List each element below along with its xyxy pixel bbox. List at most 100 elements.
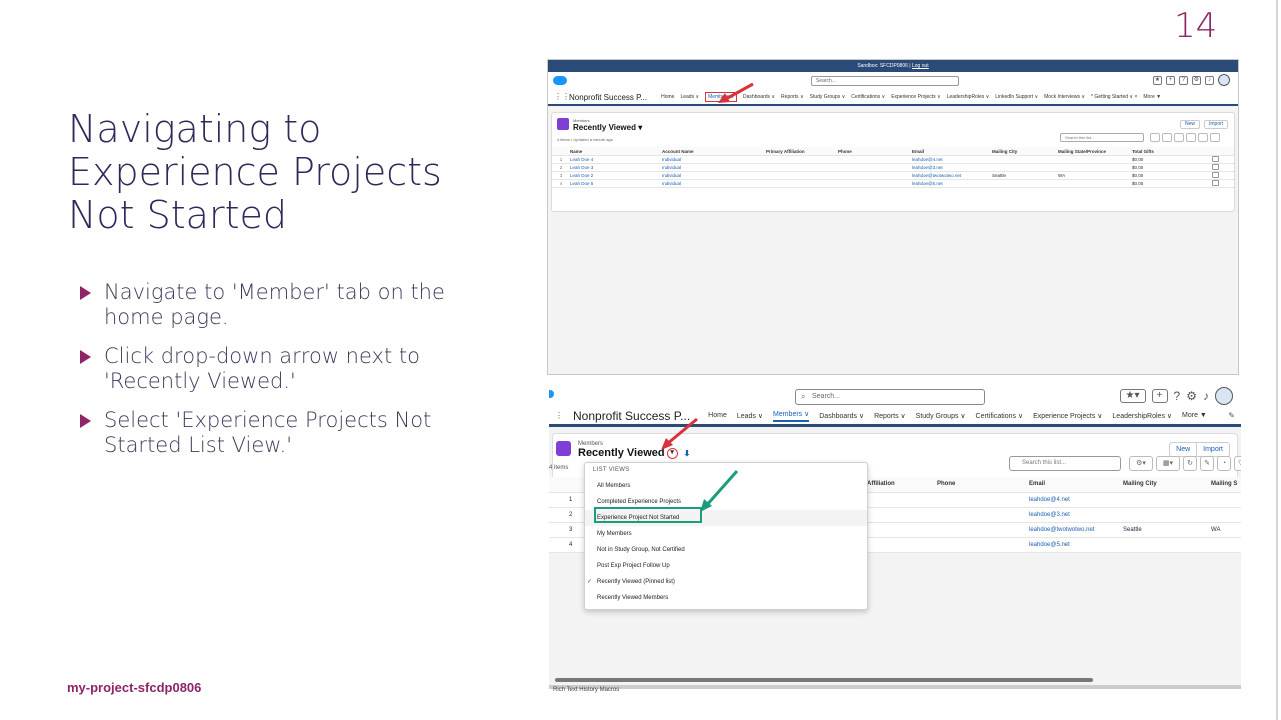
favorites-icon[interactable]: ★: [1153, 75, 1162, 85]
tab-reports[interactable]: Reports ∨: [781, 94, 804, 100]
favorites-icon[interactable]: ★▾: [1119, 389, 1146, 403]
tab-linkedin-support[interactable]: LinkedIn Support ∨: [995, 94, 1038, 100]
search-icon: ⌕: [801, 392, 806, 401]
tab-getting-started[interactable]: * Getting Started ∨ ×: [1091, 94, 1137, 100]
settings-icon[interactable]: ⚙▾: [1129, 456, 1153, 471]
bell-icon[interactable]: ♪: [1203, 389, 1209, 403]
app-launcher-icon[interactable]: ⋮: [555, 411, 563, 420]
tab-mock-interviews[interactable]: Mock Interviews ∨: [1044, 94, 1085, 100]
email-link[interactable]: leahdoe@3.net: [1029, 512, 1070, 518]
tab-home[interactable]: Home: [661, 94, 674, 100]
refresh-icon[interactable]: [1174, 133, 1184, 142]
help-icon[interactable]: ?: [1179, 75, 1188, 85]
email-link[interactable]: leahdoe@twotwotwo.net: [912, 173, 992, 178]
refresh-icon[interactable]: ↻: [1183, 456, 1197, 471]
email-link[interactable]: leahdoe@5.net: [1029, 542, 1070, 548]
display-as-icon[interactable]: ▦▾: [1156, 456, 1180, 471]
email-link[interactable]: leahdoe@4.net: [912, 157, 992, 162]
avatar[interactable]: [1218, 74, 1230, 86]
display-as-icon[interactable]: [1162, 133, 1172, 142]
menu-item-recently-viewed-pinned[interactable]: ✓ Recently Viewed (Pinned list): [585, 574, 867, 590]
list-search-input[interactable]: Search this list...: [1009, 456, 1121, 471]
global-search-input[interactable]: Search...: [811, 76, 959, 86]
new-button[interactable]: New: [1169, 442, 1198, 457]
row-action-dropdown[interactable]: [1212, 180, 1219, 186]
filter-icon[interactable]: ▽: [1234, 456, 1241, 471]
settings-icon[interactable]: [1150, 133, 1160, 142]
chart-icon[interactable]: [1198, 133, 1208, 142]
column-header[interactable]: Mailing City: [1123, 481, 1157, 487]
menu-item-not-in-study-group[interactable]: Not in Study Group, Not Certified: [585, 542, 867, 558]
row-action-dropdown[interactable]: [1212, 156, 1219, 162]
tab-more[interactable]: More ▼: [1143, 94, 1161, 100]
column-header[interactable]: Email: [912, 149, 992, 154]
column-header[interactable]: Affiliation: [867, 481, 895, 487]
list-search-input[interactable]: Search this list...: [1060, 133, 1144, 142]
tab-study-groups[interactable]: Study Groups ∨: [810, 94, 846, 100]
gear-icon[interactable]: ⚙: [1192, 75, 1201, 85]
tab-experience-projects[interactable]: Experience Projects ∨: [891, 94, 941, 100]
app-launcher-icon[interactable]: ⋮⋮: [554, 92, 570, 102]
tab-members[interactable]: Members ∨: [773, 410, 810, 422]
tab-certifications[interactable]: Certifications ∨: [851, 94, 885, 100]
utility-bar[interactable]: Rich Text History Macros: [553, 687, 619, 693]
horizontal-scrollbar[interactable]: [555, 678, 1093, 682]
email-link[interactable]: leahdoe@5.net: [912, 181, 992, 186]
edit-icon[interactable]: ✎: [1200, 456, 1214, 471]
column-header[interactable]: Name: [570, 149, 662, 154]
tab-leadership-roles[interactable]: LeadershipRoles ∨: [1112, 412, 1172, 420]
column-header[interactable]: Primary Affiliation: [766, 149, 838, 154]
member-name-link[interactable]: Leah Doe 5: [570, 181, 662, 186]
account-link[interactable]: Individual: [662, 165, 766, 170]
import-button[interactable]: Import: [1197, 442, 1230, 457]
edit-nav-icon[interactable]: ✎: [1228, 411, 1235, 420]
help-icon[interactable]: ?: [1174, 389, 1181, 403]
tab-certifications[interactable]: Certifications ∨: [976, 412, 1024, 420]
row-action-dropdown[interactable]: [1212, 164, 1219, 170]
add-icon[interactable]: +: [1151, 389, 1168, 403]
account-link[interactable]: Individual: [662, 173, 766, 178]
row-action-dropdown[interactable]: [1212, 172, 1219, 178]
tab-home[interactable]: Home: [708, 412, 727, 419]
column-header[interactable]: Mailing S: [1211, 481, 1237, 487]
tab-study-groups[interactable]: Study Groups ∨: [916, 412, 966, 420]
column-header[interactable]: Phone: [838, 149, 912, 154]
member-name-link[interactable]: Leah Doe 4: [570, 157, 662, 162]
column-header[interactable]: Email: [1029, 481, 1045, 487]
import-button[interactable]: Import: [1204, 120, 1229, 129]
tab-reports[interactable]: Reports ∨: [874, 412, 906, 420]
add-icon[interactable]: +: [1166, 75, 1175, 85]
account-link[interactable]: Individual: [662, 181, 766, 186]
email-link[interactable]: leahdoe@twotwotwo.net: [1029, 527, 1094, 533]
member-name-link[interactable]: Leah Doe 2: [570, 173, 662, 178]
edit-icon[interactable]: [1186, 133, 1196, 142]
tab-experience-projects[interactable]: Experience Projects ∨: [1033, 412, 1102, 420]
list-view-title[interactable]: Recently Viewed ▾: [573, 123, 642, 132]
filter-icon[interactable]: [1210, 133, 1220, 142]
chart-icon[interactable]: ◔: [1217, 456, 1231, 471]
account-link[interactable]: Individual: [662, 157, 766, 162]
tab-leads[interactable]: Leads ∨: [680, 94, 699, 100]
new-button[interactable]: New: [1180, 120, 1201, 129]
column-header[interactable]: Phone: [937, 481, 955, 487]
tab-leads[interactable]: Leads ∨: [737, 412, 763, 420]
column-header[interactable]: Account Name: [662, 149, 766, 154]
menu-item-recently-viewed-members[interactable]: Recently Viewed Members: [585, 590, 867, 606]
tab-leadership-roles[interactable]: LeadershipRoles ∨: [947, 94, 990, 100]
member-name-link[interactable]: Leah Doe 3: [570, 165, 662, 170]
bell-icon[interactable]: ♪: [1205, 75, 1214, 85]
tab-dashboards[interactable]: Dashboards ∨: [819, 412, 864, 420]
column-header[interactable]: Mailing State/Province: [1058, 149, 1132, 154]
chevron-down-icon[interactable]: ▾: [638, 123, 642, 132]
global-search-input[interactable]: ⌕ Search...: [795, 389, 985, 405]
menu-item-my-members[interactable]: My Members: [585, 526, 867, 542]
email-link[interactable]: leahdoe@3.net: [912, 165, 992, 170]
avatar[interactable]: [1215, 387, 1233, 405]
column-header[interactable]: Mailing City: [992, 149, 1058, 154]
logout-link[interactable]: Log out: [912, 63, 929, 69]
email-link[interactable]: leahdoe@4.net: [1029, 497, 1070, 503]
tab-more[interactable]: More ▼: [1182, 412, 1207, 419]
gear-icon[interactable]: ⚙: [1186, 389, 1197, 403]
menu-item-post-exp-project-follow-up[interactable]: Post Exp Project Follow Up: [585, 558, 867, 574]
column-header[interactable]: Total Gifts: [1132, 149, 1212, 154]
